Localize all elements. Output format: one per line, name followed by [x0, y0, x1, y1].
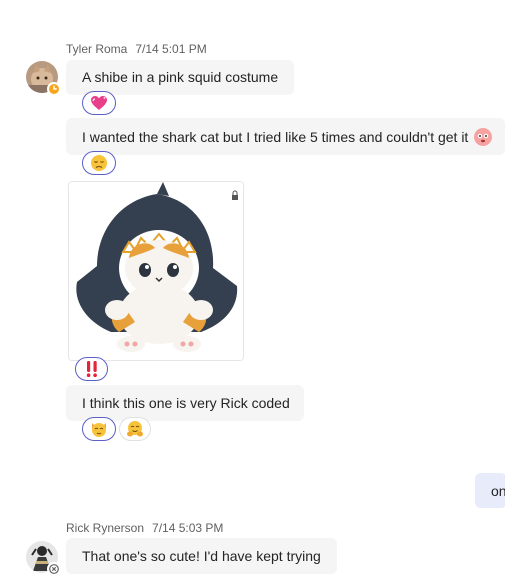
offline-status-icon — [47, 562, 61, 576]
message-time: 7/14 5:01 PM — [135, 42, 207, 56]
message-text: I think this one is very Rick coded — [82, 395, 290, 411]
message-header: Tyler Roma 7/14 5:01 PM — [66, 42, 207, 56]
reaction-hugging-face[interactable] — [119, 417, 151, 441]
message-text: A shibe in a pink squid costume — [82, 69, 279, 85]
message-bubble[interactable]: That one's so cute! I'd have kept trying — [66, 538, 337, 574]
message-bubble[interactable]: A shibe in a pink squid costume — [66, 60, 294, 95]
message-time: 7/14 5:03 PM — [152, 521, 224, 535]
shark-cat-plush-image[interactable] — [68, 181, 244, 361]
message-text: That one's so cute! I'd have kept trying — [82, 548, 321, 564]
sad-face-emoji-icon — [91, 155, 107, 171]
message-text: on — [491, 483, 505, 499]
reaction-heart[interactable] — [82, 91, 116, 115]
message-bubble[interactable]: I think this one is very Rick coded — [66, 385, 304, 421]
message-bubble[interactable]: I wanted the shark cat but I tried like … — [66, 118, 505, 155]
my-message-bubble[interactable]: on — [475, 473, 505, 508]
flushed-face-emoji-icon — [474, 128, 493, 146]
hugging-face-emoji-icon — [127, 421, 143, 437]
away-status-icon — [47, 82, 61, 96]
reaction-cat[interactable] — [82, 417, 116, 441]
cat-emoji-icon — [92, 423, 106, 437]
message-text: I wanted the shark cat but I tried like … — [82, 129, 469, 145]
reaction-double-exclamation[interactable] — [75, 357, 108, 381]
sender-name: Tyler Roma — [66, 42, 128, 56]
sender-name: Rick Rynerson — [66, 521, 145, 535]
shark-cat-plush-icon — [69, 182, 243, 360]
double-exclamation-emoji-icon — [86, 361, 97, 377]
heart-emoji-icon — [91, 96, 107, 110]
reaction-sad-face[interactable] — [82, 151, 116, 175]
message-header: Rick Rynerson 7/14 5:03 PM — [66, 521, 223, 535]
